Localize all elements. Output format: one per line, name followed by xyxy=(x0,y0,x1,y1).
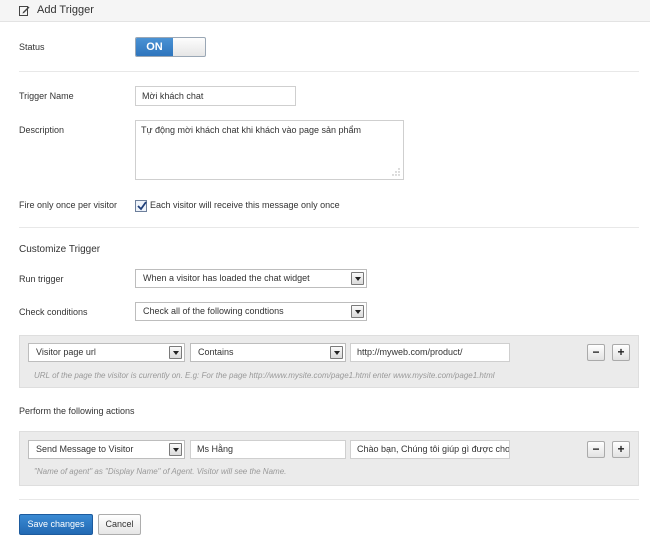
description-textarea[interactable]: Tự động mời khách chat khi khách vào pag… xyxy=(135,120,404,180)
trigger-name-input[interactable]: Mời khách chat xyxy=(135,86,296,106)
condition-field-select[interactable]: Visitor page url xyxy=(28,343,185,362)
check-conditions-value: Check all of the following condtions xyxy=(143,306,284,316)
add-action-button[interactable]: + xyxy=(612,441,630,458)
page-title: Add Trigger xyxy=(37,4,94,16)
divider xyxy=(19,227,639,228)
check-conditions-label: Check conditions xyxy=(19,307,88,317)
fire-once-checkbox[interactable] xyxy=(135,200,147,212)
condition-value-input[interactable]: http://myweb.com/product/ xyxy=(350,343,510,362)
cancel-button[interactable]: Cancel xyxy=(98,514,141,535)
save-changes-button[interactable]: Save changes xyxy=(19,514,93,535)
checkmark-icon xyxy=(137,201,147,211)
status-toggle-on: ON xyxy=(136,38,173,56)
remove-action-button[interactable]: − xyxy=(587,441,605,458)
chevron-down-icon[interactable] xyxy=(330,346,343,359)
run-trigger-label: Run trigger xyxy=(19,274,64,284)
condition-hint: URL of the page the visitor is currently… xyxy=(34,371,495,380)
message-input[interactable]: Chào bạn, Chúng tôi giúp gì được cho xyxy=(350,440,510,459)
add-condition-button[interactable]: + xyxy=(612,344,630,361)
run-trigger-select[interactable]: When a visitor has loaded the chat widge… xyxy=(135,269,367,288)
condition-operator-select[interactable]: Contains xyxy=(190,343,346,362)
chevron-down-icon[interactable] xyxy=(169,346,182,359)
description-label: Description xyxy=(19,125,65,135)
check-conditions-select[interactable]: Check all of the following condtions xyxy=(135,302,367,321)
resize-grip-icon[interactable] xyxy=(392,168,400,176)
actions-heading: Perform the following actions xyxy=(19,406,135,416)
status-toggle[interactable]: ON xyxy=(135,37,206,57)
chevron-down-icon[interactable] xyxy=(351,305,364,318)
action-type-select[interactable]: Send Message to Visitor xyxy=(28,440,185,459)
action-hint: "Name of agent" as "Display Name" of Age… xyxy=(34,467,287,476)
trigger-name-label: Trigger Name xyxy=(19,91,74,101)
fire-once-checkbox-label[interactable]: Each visitor will receive this message o… xyxy=(150,200,340,210)
chevron-down-icon[interactable] xyxy=(169,443,182,456)
action-type-value: Send Message to Visitor xyxy=(36,444,134,454)
divider xyxy=(19,499,639,500)
chevron-down-icon[interactable] xyxy=(351,272,364,285)
run-trigger-value: When a visitor has loaded the chat widge… xyxy=(143,273,310,283)
remove-condition-button[interactable]: − xyxy=(587,344,605,361)
page-header: Add Trigger xyxy=(0,0,650,22)
condition-field-value: Visitor page url xyxy=(36,347,96,357)
description-text: Tự động mời khách chat khi khách vào pag… xyxy=(141,125,362,135)
divider xyxy=(19,71,639,72)
customize-heading: Customize Trigger xyxy=(19,244,101,255)
edit-icon xyxy=(19,5,30,16)
status-label: Status xyxy=(19,42,45,52)
agent-name-input[interactable]: Ms Hằng xyxy=(190,440,346,459)
condition-operator-value: Contains xyxy=(198,347,234,357)
fire-once-label: Fire only once per visitor xyxy=(19,200,118,210)
